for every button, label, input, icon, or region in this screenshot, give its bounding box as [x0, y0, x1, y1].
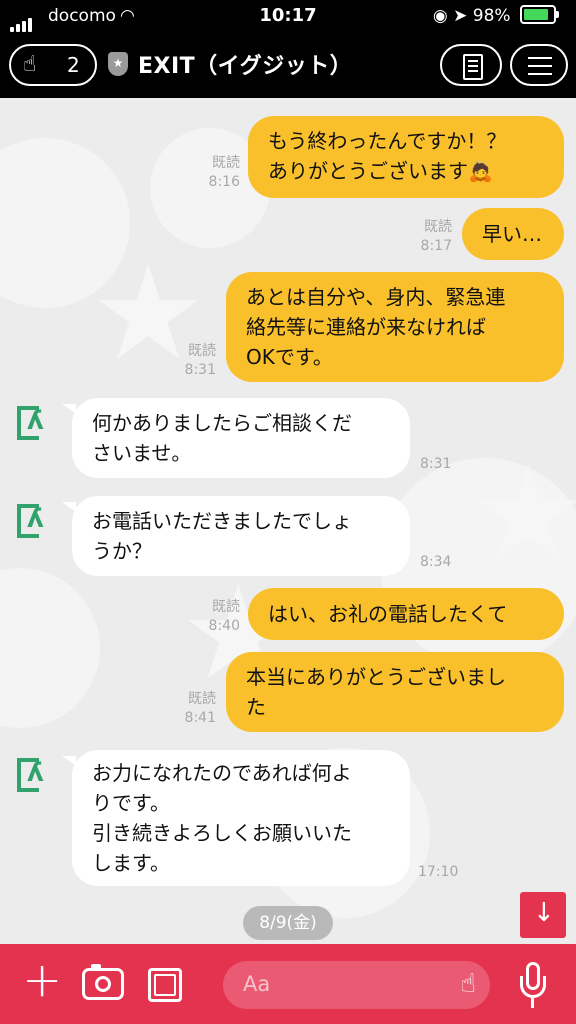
message-line: りです。: [92, 791, 170, 815]
message-line: た: [246, 695, 266, 719]
battery-percent: 98%: [472, 6, 511, 26]
menu-icon-line: [528, 73, 552, 75]
arrow-down-icon: ↓: [533, 898, 555, 928]
sender-avatar[interactable]: ʎ: [17, 756, 55, 794]
message-line: あとは自分や、身内、緊急連: [246, 285, 506, 309]
message-time: 17:10: [418, 864, 459, 880]
mic-cup: [520, 976, 546, 998]
date-separator: 8/9(金): [243, 906, 333, 940]
message-bubble-incoming[interactable]: お力になれたのであれば何よ りです。 引き続きよろしくお願いいた します。: [72, 750, 410, 886]
runner-icon: ʎ: [27, 758, 44, 788]
message-bubble-outgoing[interactable]: あとは自分や、身内、緊急連 絡先等に連絡が来なければ OKです。: [226, 272, 564, 382]
location-icon: ➤: [453, 6, 468, 26]
photo-frame: [154, 974, 176, 996]
shield-star-icon: ★: [108, 52, 128, 76]
hand-icon: ☝: [23, 52, 37, 77]
scroll-to-bottom-button[interactable]: ↓: [520, 892, 566, 938]
message-time: 8:31: [420, 456, 452, 472]
message-bubble-outgoing[interactable]: 本当にありがとうございまし た: [226, 652, 564, 732]
follow-count-button[interactable]: ☝ 2: [9, 44, 97, 86]
message-line: さいませ。: [92, 441, 192, 465]
message-line: ありがとうございます🙇: [268, 159, 493, 183]
sender-avatar[interactable]: ʎ: [17, 404, 55, 442]
mic-stem: [531, 998, 534, 1008]
message-bubble-outgoing[interactable]: 早い…: [462, 208, 564, 260]
microphone-icon[interactable]: [520, 962, 546, 1010]
message-bubble-outgoing[interactable]: はい、お礼の電話したくて: [248, 588, 564, 640]
message-line: はい、お礼の電話したくて: [268, 602, 508, 626]
message-line: お力になれたのであれば何よ: [92, 761, 352, 785]
message-input[interactable]: Aa ☝: [223, 961, 490, 1009]
runner-icon: ʎ: [27, 406, 44, 436]
read-receipt: 既読 8:31: [184, 343, 216, 378]
message-input-placeholder: Aa: [243, 972, 271, 996]
top-bar: docomo ◠ 10:17 ◉ ➤ 98% ☝ 2 ★ EXIT（イグジット）: [0, 0, 576, 98]
message-line: 何かありましたらご相談くだ: [92, 411, 352, 435]
message-line: 引き続きよろしくお願いいた: [92, 821, 352, 845]
message-line: 早い…: [482, 222, 542, 246]
status-bar: docomo ◠ 10:17 ◉ ➤ 98%: [0, 0, 576, 34]
read-receipt: 既読 8:17: [420, 219, 452, 254]
camera-lens: [95, 976, 111, 992]
note-button[interactable]: [440, 44, 502, 86]
message-bubble-incoming[interactable]: 何かありましたらご相談くだ さいませ。: [72, 398, 410, 478]
camera-bump: [91, 964, 101, 969]
chat-title[interactable]: EXIT（イグジット）: [138, 48, 352, 80]
camera-icon[interactable]: [82, 964, 124, 1000]
menu-icon-line: [528, 65, 552, 67]
menu-button[interactable]: [510, 44, 568, 86]
battery-icon: [520, 5, 559, 24]
message-line: します。: [92, 851, 170, 875]
input-bar: + Aa ☝: [0, 944, 576, 1024]
photo-icon[interactable]: [148, 968, 182, 1002]
sender-avatar[interactable]: ʎ: [17, 502, 55, 540]
message-line: 本当にありがとうございまし: [246, 665, 506, 689]
read-receipt: 既読 8:40: [208, 599, 240, 634]
note-icon: [463, 54, 483, 80]
runner-icon: ʎ: [27, 504, 44, 534]
read-receipt: 既読 8:41: [184, 691, 216, 726]
message-line: OKです。: [246, 345, 333, 369]
message-line: 絡先等に連絡が来なければ: [246, 315, 486, 339]
rotation-lock-icon: ◉: [432, 6, 448, 26]
menu-icon: [528, 57, 552, 59]
message-line: お電話いただきましたでしょ: [92, 509, 352, 533]
follow-count: 2: [67, 53, 80, 77]
message-bubble-outgoing[interactable]: もう終わったんですか！？ ありがとうございます🙇: [248, 116, 564, 198]
message-line: うか？: [92, 539, 152, 563]
status-right: ◉ ➤ 98%: [432, 5, 559, 26]
message-line: もう終わったんですか！？: [268, 129, 507, 153]
plus-icon[interactable]: +: [22, 952, 62, 1008]
sticker-icon[interactable]: ☝: [460, 969, 476, 999]
message-bubble-incoming[interactable]: お電話いただきましたでしょ うか？: [72, 496, 410, 576]
message-time: 8:34: [420, 554, 452, 570]
read-receipt: 既読 8:16: [208, 155, 240, 190]
